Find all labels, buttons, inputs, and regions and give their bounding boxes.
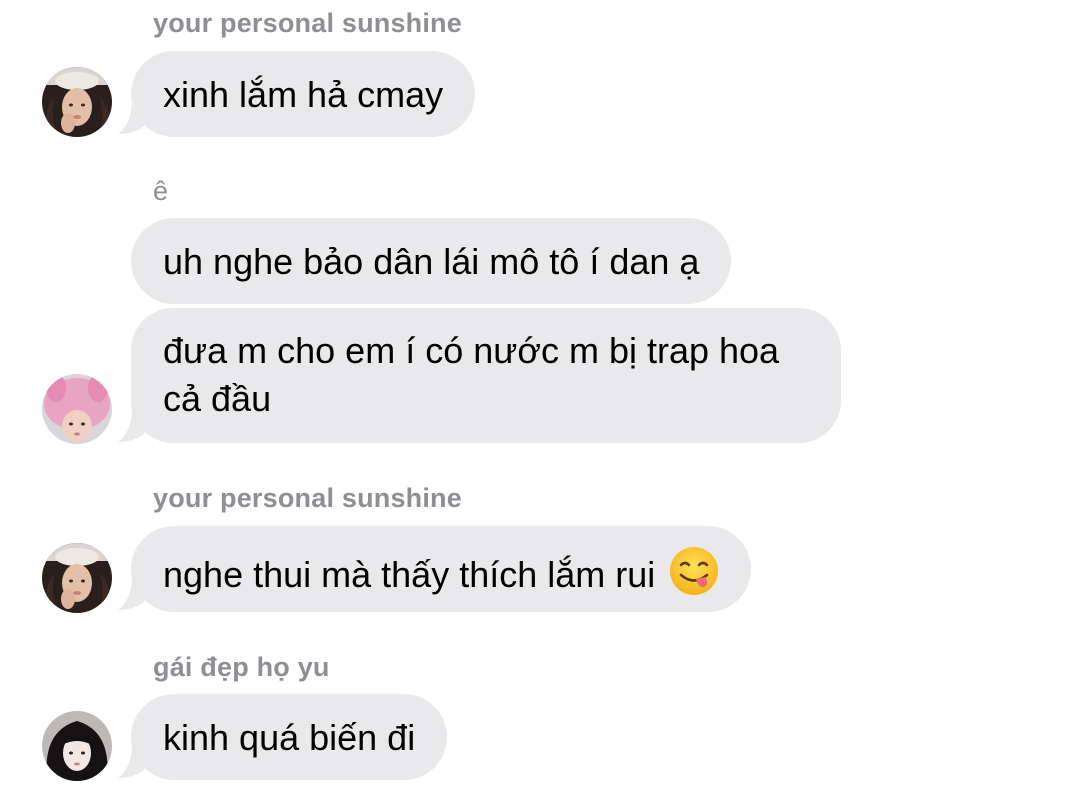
- message-bubble[interactable]: nghe thui mà thấy thích lắm rui: [131, 526, 752, 612]
- message-text: đưa m cho em í có nước m bị trap hoa cả …: [163, 330, 780, 419]
- avatar[interactable]: [42, 374, 112, 444]
- avatar[interactable]: [42, 543, 112, 613]
- face-savoring-food-emoji: [670, 547, 719, 595]
- message-text: uh nghe bảo dân lái mô tô í dan ạ: [163, 241, 700, 282]
- sender-name: your personal sunshine: [153, 8, 462, 38]
- avatar[interactable]: [42, 67, 112, 137]
- message-bubble[interactable]: xinh lắm hả cmay: [131, 51, 476, 137]
- sender-name: gái đẹp họ yu: [153, 652, 330, 682]
- message-text: xinh lắm hả cmay: [163, 74, 444, 115]
- sender-name: your personal sunshine: [153, 483, 462, 513]
- message-bubble[interactable]: uh nghe bảo dân lái mô tô í dan ạ: [131, 218, 732, 304]
- chat-thread: your personal sunshine xinh lắm hả cmay …: [0, 0, 1080, 805]
- message-bubble[interactable]: đưa m cho em í có nước m bị trap hoa cả …: [131, 308, 841, 443]
- sender-name: ê: [153, 176, 169, 206]
- message-text: nghe thui mà thấy thích lắm rui: [163, 554, 656, 595]
- message-text: kinh quá biến đi: [163, 717, 416, 758]
- avatar[interactable]: [42, 711, 112, 781]
- message-bubble[interactable]: kinh quá biến đi: [131, 694, 448, 780]
